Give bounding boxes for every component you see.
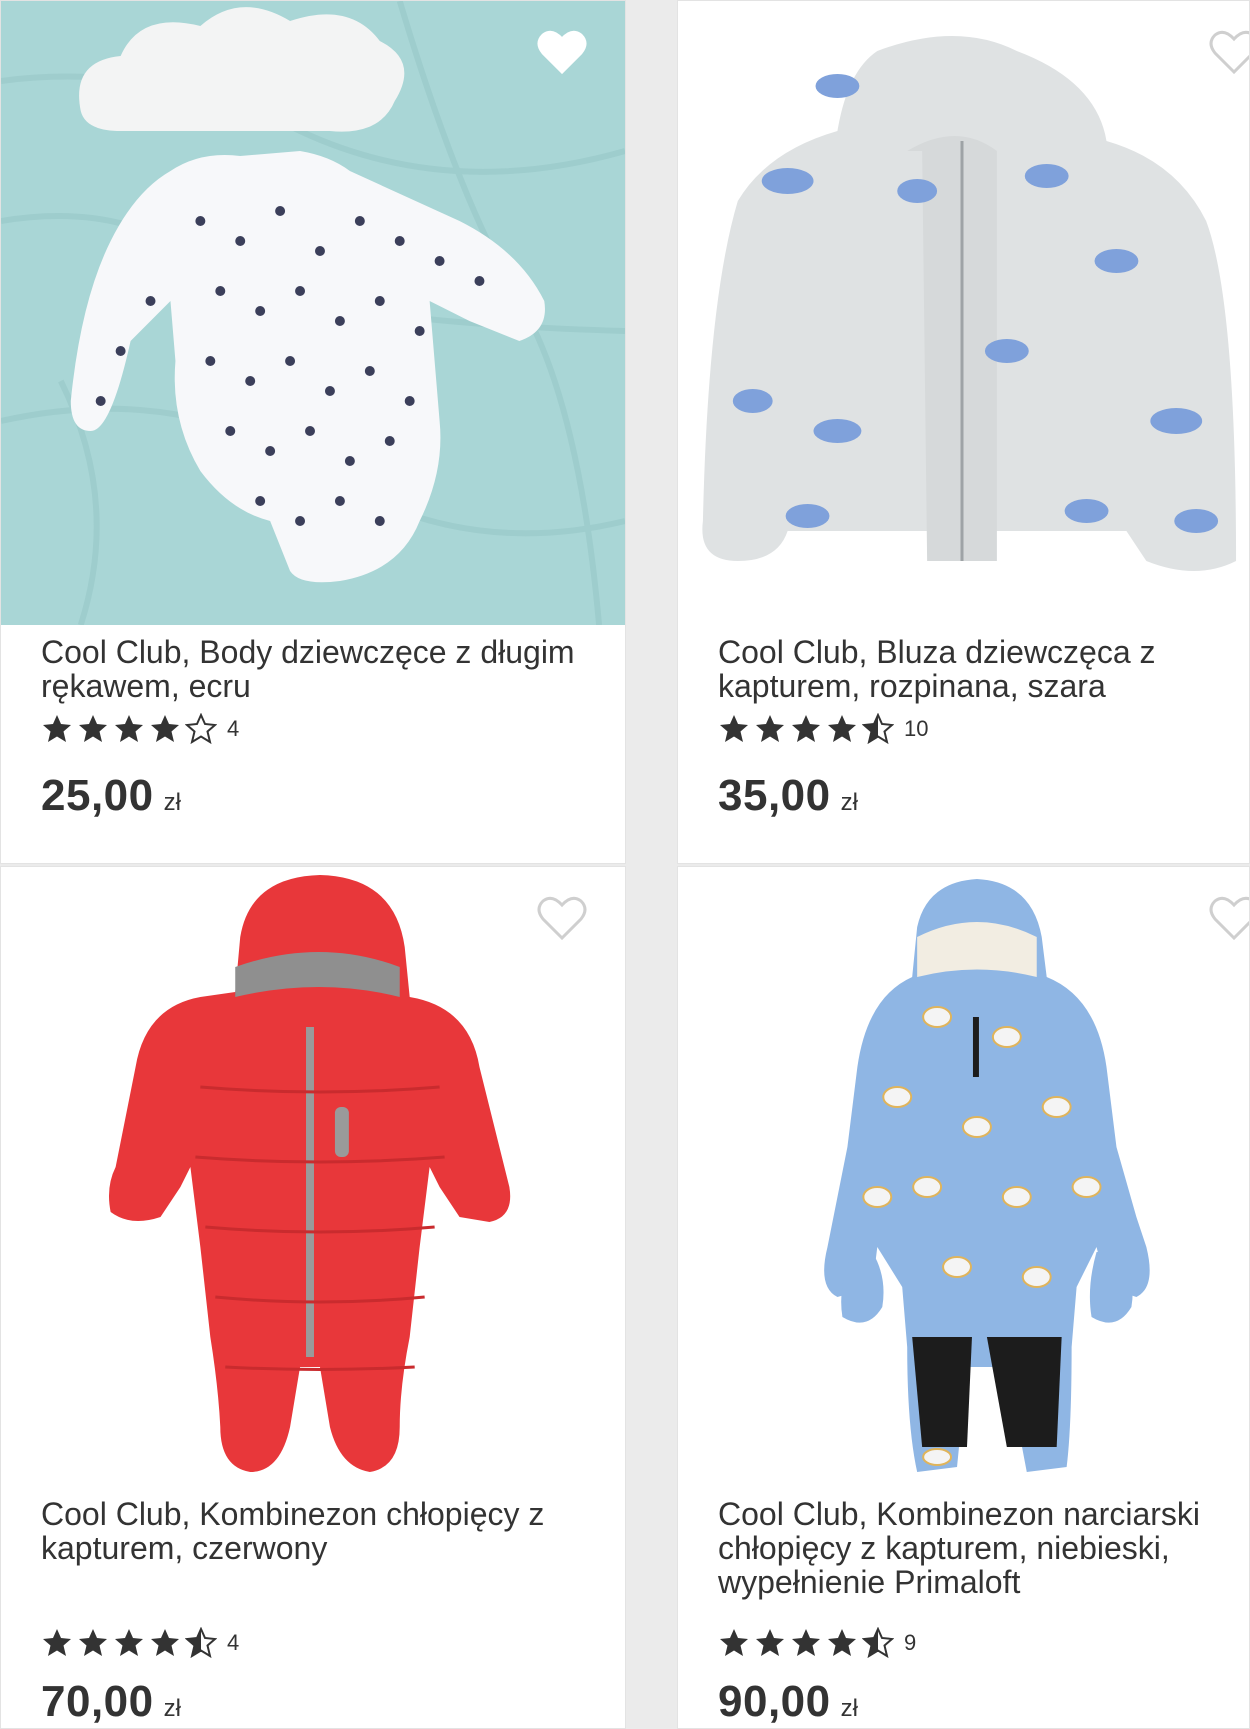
review-count: 9 <box>904 1630 917 1655</box>
product-title[interactable]: Cool Club, Kombinezon narciarski chłopię… <box>718 1497 1219 1599</box>
price-currency: zł <box>840 1695 858 1722</box>
star-half-icon <box>185 1627 217 1659</box>
price-currency: zł <box>840 789 858 816</box>
star-half-icon <box>862 713 894 745</box>
price-currency: zł <box>163 1695 181 1722</box>
star-full-icon <box>826 713 858 745</box>
product-title[interactable]: Cool Club, Kombinezon chłopięcy z kaptur… <box>41 1497 595 1565</box>
star-full-icon <box>149 713 181 745</box>
product-title[interactable]: Cool Club, Body dziewczęce z długim ręka… <box>41 635 595 703</box>
product-card[interactable]: Cool Club, Kombinezon narciarski chłopię… <box>677 866 1250 1729</box>
rating-stars <box>718 713 894 745</box>
star-full-icon <box>754 1627 786 1659</box>
star-full-icon <box>790 713 822 745</box>
product-rating: 4 <box>41 713 239 745</box>
star-full-icon <box>41 713 73 745</box>
star-half-icon <box>862 1627 894 1659</box>
product-card[interactable]: Cool Club, Bluza dziewczęca z kapturem, … <box>677 0 1250 864</box>
star-full-icon <box>718 1627 750 1659</box>
product-title[interactable]: Cool Club, Bluza dziewczęca z kapturem, … <box>718 635 1219 703</box>
star-full-icon <box>77 713 109 745</box>
product-price: 90,00 zł <box>718 1677 858 1727</box>
product-rating: 9 <box>718 1627 916 1659</box>
star-full-icon <box>41 1627 73 1659</box>
review-count: 4 <box>227 716 240 741</box>
product-grid: Cool Club, Body dziewczęce z długim ręka… <box>0 0 1250 1729</box>
review-count: 4 <box>227 1630 240 1655</box>
favorite-heart-icon[interactable] <box>537 895 587 941</box>
star-full-icon <box>113 713 145 745</box>
product-card[interactable]: Cool Club, Body dziewczęce z długim ręka… <box>0 0 626 864</box>
review-count: 10 <box>904 716 929 741</box>
product-image[interactable] <box>1 867 625 1487</box>
price-amount: 35,00 <box>718 771 831 820</box>
star-full-icon <box>77 1627 109 1659</box>
price-currency: zł <box>163 789 181 816</box>
price-amount: 70,00 <box>41 1677 154 1726</box>
rating-stars <box>41 713 217 745</box>
product-rating: 4 <box>41 1627 239 1659</box>
product-card[interactable]: Cool Club, Kombinezon chłopięcy z kaptur… <box>0 866 626 1729</box>
star-full-icon <box>790 1627 822 1659</box>
product-price: 35,00 zł <box>718 771 858 821</box>
rating-stars <box>718 1627 894 1659</box>
star-full-icon <box>113 1627 145 1659</box>
product-price: 70,00 zł <box>41 1677 181 1727</box>
product-image[interactable] <box>678 1 1249 625</box>
price-amount: 25,00 <box>41 771 154 820</box>
product-image[interactable] <box>678 867 1249 1487</box>
price-amount: 90,00 <box>718 1677 831 1726</box>
star-empty-icon <box>185 713 217 745</box>
favorite-heart-icon[interactable] <box>537 29 587 75</box>
product-price: 25,00 zł <box>41 771 181 821</box>
star-full-icon <box>718 713 750 745</box>
star-full-icon <box>754 713 786 745</box>
star-full-icon <box>826 1627 858 1659</box>
favorite-heart-icon[interactable] <box>1209 895 1249 941</box>
favorite-heart-icon[interactable] <box>1209 29 1249 75</box>
rating-stars <box>41 1627 217 1659</box>
star-full-icon <box>149 1627 181 1659</box>
product-rating: 10 <box>718 713 928 745</box>
product-image[interactable] <box>1 1 625 625</box>
